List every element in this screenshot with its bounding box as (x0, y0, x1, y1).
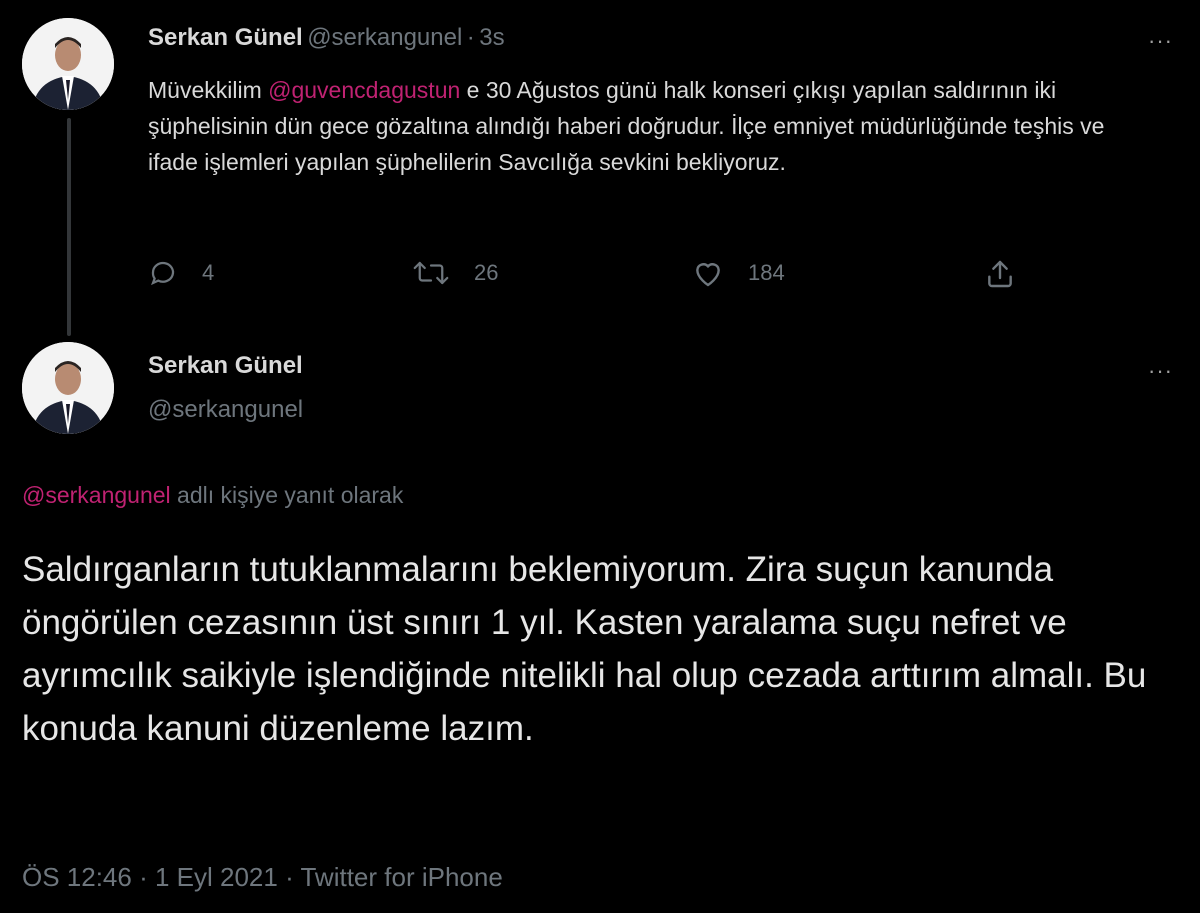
like-action[interactable]: 184 (692, 258, 785, 288)
tweet-source[interactable]: Twitter for iPhone (300, 862, 502, 892)
tweet1-header: Serkan Günel @serkangunel · 3s (148, 24, 505, 52)
reply-to-mention[interactable]: @serkangunel (22, 482, 171, 508)
meta-separator: · (131, 862, 155, 892)
avatar[interactable] (22, 18, 114, 110)
retweet-action[interactable]: 26 (412, 258, 498, 288)
tweet1-body: Müvekkilim @guvencdagustun e 30 Ağustos … (148, 72, 1158, 180)
avatar[interactable] (22, 342, 114, 434)
heart-icon (692, 258, 724, 288)
more-options-icon[interactable]: ··· (1148, 358, 1173, 384)
author-handle[interactable]: @serkangunel (148, 396, 303, 424)
like-count: 184 (748, 260, 785, 285)
reply-to-text: adlı kişiye yanıt olarak (170, 482, 404, 508)
tweet-date[interactable]: 1 Eyl 2021 (155, 862, 278, 892)
mention-link[interactable]: @guvencdagustun (268, 77, 460, 103)
reply-action[interactable]: 4 (148, 258, 214, 288)
retweet-count: 26 (474, 260, 499, 285)
author-name[interactable]: Serkan Günel (148, 24, 303, 51)
share-button[interactable] (984, 258, 1016, 295)
tweet-meta: ÖS 12:46 · 1 Eyl 2021 · Twitter for iPho… (22, 862, 503, 893)
author-name[interactable]: Serkan Günel (148, 352, 303, 380)
more-options-icon[interactable]: ··· (1148, 28, 1173, 54)
reply-icon (148, 258, 178, 288)
tweet2-body: Saldırganların tutuklanmalarını beklemiy… (22, 550, 1147, 748)
thread-connector-line (67, 118, 71, 336)
meta-separator: · (277, 862, 301, 892)
tweet1-text-before: Müvekkilim (148, 77, 269, 103)
retweet-icon (412, 258, 450, 288)
tweet-time[interactable]: 3s (479, 24, 504, 51)
replying-to-line: @serkangunel adlı kişiye yanıt olarak (22, 482, 403, 509)
reply-count: 4 (202, 260, 215, 285)
share-icon (984, 260, 1016, 294)
author-handle[interactable]: @serkangunel (307, 24, 462, 51)
separator-dot: · (466, 24, 475, 51)
tweet-timestamp[interactable]: ÖS 12:46 (22, 862, 132, 892)
